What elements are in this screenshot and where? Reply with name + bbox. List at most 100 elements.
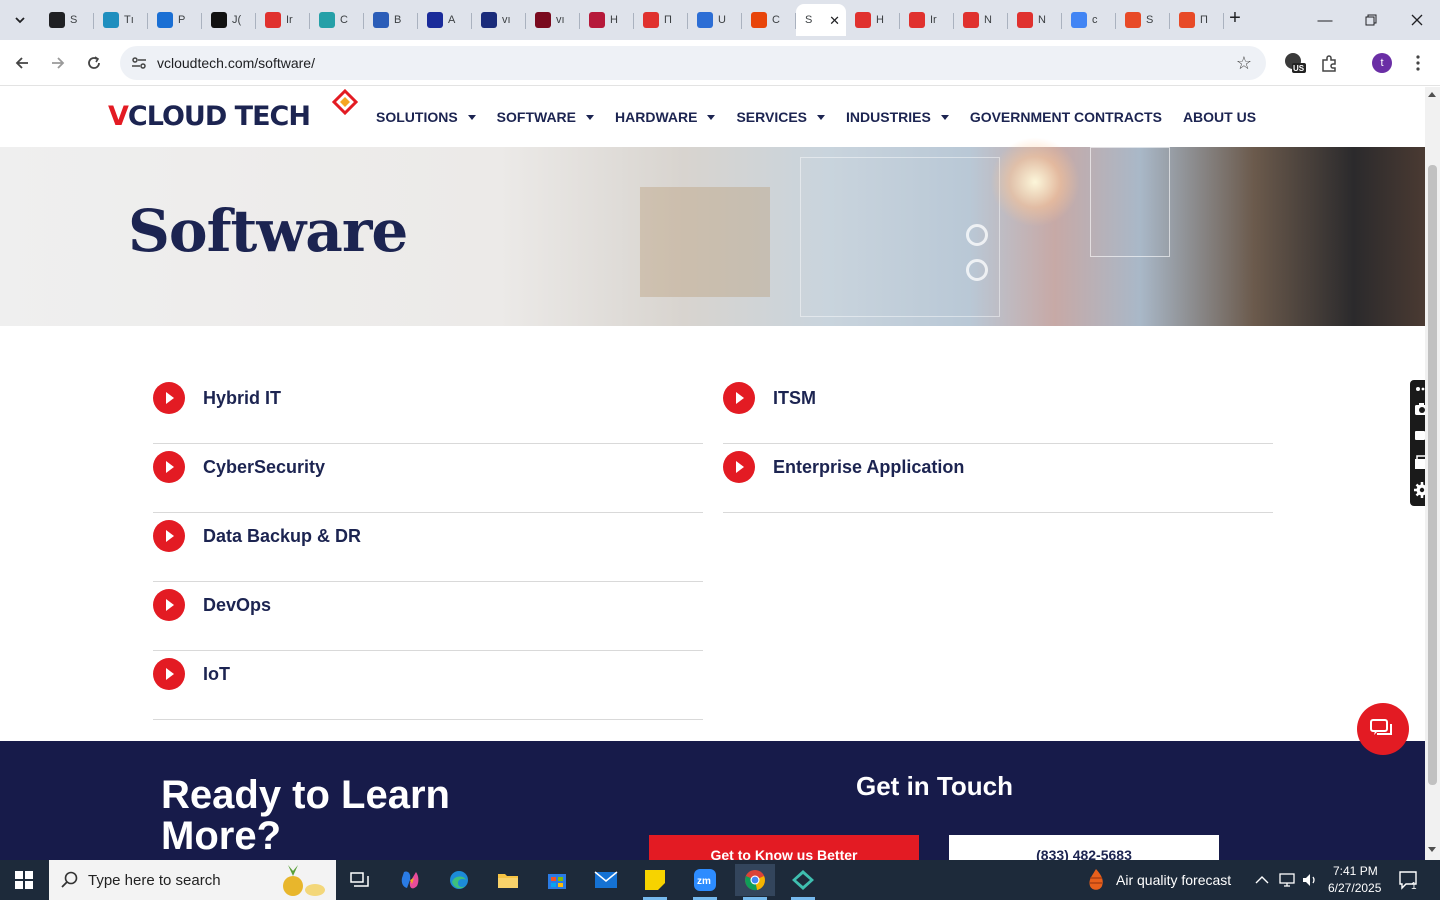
category-link[interactable]: CyberSecurity — [153, 444, 703, 513]
start-button[interactable] — [0, 860, 48, 900]
scroll-down-arrow[interactable] — [1428, 847, 1436, 852]
weather-text[interactable]: Air quality forecast — [1116, 872, 1231, 888]
copilot-icon[interactable] — [390, 864, 430, 896]
extensions-puzzle-icon[interactable] — [1317, 51, 1341, 75]
active-tab[interactable]: S ✕ — [796, 4, 846, 36]
back-button[interactable] — [9, 50, 35, 76]
category-link[interactable]: IoT — [153, 651, 703, 720]
nav-item-about-us[interactable]: ABOUT US — [1183, 109, 1256, 125]
clock-date[interactable]: 6/27/2025 — [1328, 881, 1381, 895]
scroll-up-arrow[interactable] — [1428, 92, 1436, 97]
sticky-notes-icon[interactable] — [635, 864, 675, 900]
url-text[interactable]: vcloudtech.com/software/ — [157, 55, 315, 71]
address-bar[interactable]: vcloudtech.com/software/ ☆ — [120, 46, 1266, 80]
task-view-icon[interactable] — [340, 864, 380, 896]
tab-close-icon[interactable]: ✕ — [829, 13, 840, 29]
tray-chevron-up-icon[interactable] — [1255, 875, 1269, 885]
forward-button[interactable] — [45, 50, 71, 76]
mail-icon[interactable] — [586, 864, 626, 896]
volume-icon[interactable] — [1301, 872, 1319, 888]
minimize-button[interactable]: — — [1302, 0, 1348, 40]
close-window-button[interactable] — [1394, 0, 1440, 40]
nav-item-government-contracts[interactable]: GOVERNMENT CONTRACTS — [970, 109, 1162, 125]
browser-tab[interactable]: vı — [526, 4, 580, 36]
clock-time[interactable]: 7:41 PM — [1333, 864, 1378, 878]
tab-favicon-icon — [589, 12, 605, 28]
restore-button[interactable] — [1348, 0, 1394, 40]
nav-item-services[interactable]: SERVICES — [736, 109, 826, 125]
network-icon[interactable] — [1278, 872, 1296, 888]
tab-title: C — [340, 14, 348, 26]
category-link[interactable]: Data Backup & DR — [153, 513, 703, 582]
browser-tab[interactable]: A — [418, 4, 472, 36]
nav-item-solutions[interactable]: SOLUTIONS — [376, 109, 476, 125]
browser-tab[interactable]: C — [742, 4, 796, 36]
nav-item-label: INDUSTRIES — [846, 109, 931, 125]
nav-item-industries[interactable]: INDUSTRIES — [846, 109, 949, 125]
weather-fire-icon[interactable] — [1086, 868, 1106, 892]
category-link[interactable]: Enterprise Application — [723, 444, 1273, 513]
menu-kebab-icon[interactable] — [1406, 51, 1430, 75]
page-scrollbar[interactable] — [1425, 87, 1440, 860]
browser-tab[interactable]: J( — [202, 4, 256, 36]
browser-tab[interactable]: H — [580, 4, 634, 36]
tab-title: P — [178, 14, 186, 26]
windows-taskbar: Type here to search zm Air quality forec… — [0, 860, 1440, 900]
browser-tab[interactable]: U — [688, 4, 742, 36]
site-header: VCLOUD TECH SOLUTIONS SOFTWARE HARDWARE SER… — [0, 87, 1425, 147]
tab-search-button[interactable] — [7, 7, 33, 33]
category-label: Hybrid IT — [203, 387, 282, 408]
hero-hud-circle — [966, 224, 988, 246]
category-link[interactable]: DevOps — [153, 582, 703, 651]
arrow-right-icon — [52, 57, 65, 69]
edge-icon[interactable] — [439, 864, 479, 896]
nav-item-hardware[interactable]: HARDWARE — [615, 109, 716, 125]
category-link[interactable]: ITSM — [723, 375, 1273, 444]
site-logo[interactable]: VCLOUD TECH — [108, 89, 358, 139]
nav-item-software[interactable]: SOFTWARE — [497, 109, 595, 125]
browser-tab[interactable]: S — [1116, 4, 1170, 36]
browser-tab[interactable]: c — [1062, 4, 1116, 36]
taskbar-search-placeholder: Type here to search — [88, 872, 221, 889]
browser-tab[interactable]: П — [1170, 4, 1224, 36]
browser-tab[interactable]: P — [148, 4, 202, 36]
browser-tab[interactable]: Ir — [900, 4, 954, 36]
browser-tab[interactable]: Ir — [256, 4, 310, 36]
tab-title: C — [772, 14, 780, 26]
bookmark-star-icon[interactable]: ☆ — [1236, 53, 1252, 74]
site-settings-icon[interactable] — [130, 54, 148, 72]
browser-tab[interactable]: C — [310, 4, 364, 36]
profile-avatar[interactable]: t — [1372, 53, 1392, 73]
browser-tab[interactable]: B — [364, 4, 418, 36]
store-icon[interactable] — [537, 864, 577, 896]
tab-favicon-icon — [481, 12, 497, 28]
browser-tab[interactable]: H — [846, 4, 900, 36]
browser-tab[interactable]: Tı — [94, 4, 148, 36]
browser-tab[interactable]: П — [634, 4, 688, 36]
new-tab-button[interactable]: + — [1224, 8, 1246, 30]
app-icon[interactable] — [783, 864, 823, 900]
logo-tech: TECH — [226, 101, 311, 132]
browser-tab[interactable]: S — [40, 4, 94, 36]
main-navigation: SOLUTIONS SOFTWARE HARDWARE SERVICES INDUSTR… — [376, 109, 1277, 125]
chat-button[interactable] — [1357, 703, 1409, 755]
browser-tab[interactable]: N — [1008, 4, 1062, 36]
tab-favicon-icon — [1071, 12, 1087, 28]
category-link[interactable]: Hybrid IT — [153, 375, 703, 444]
file-explorer-icon[interactable] — [488, 864, 528, 896]
browser-tab[interactable]: vı — [472, 4, 526, 36]
taskbar-search-box[interactable]: Type here to search — [49, 860, 336, 900]
zoom-icon[interactable]: zm — [685, 864, 725, 900]
browser-tab[interactable]: N — [954, 4, 1008, 36]
chrome-icon[interactable] — [735, 864, 775, 900]
hero-hud-panel-2 — [1090, 147, 1170, 257]
get-to-know-button[interactable]: Get to Know us Better — [649, 835, 919, 860]
caret-down-icon — [817, 114, 826, 120]
chevron-down-icon — [15, 17, 25, 24]
tab-title: N — [1038, 14, 1046, 26]
scroll-thumb[interactable] — [1428, 165, 1437, 785]
tab-favicon-icon — [373, 12, 389, 28]
vpn-extension-icon[interactable]: US — [1282, 51, 1306, 75]
phone-button[interactable]: (833) 482-5683 — [949, 835, 1219, 860]
reload-button[interactable] — [81, 50, 107, 76]
